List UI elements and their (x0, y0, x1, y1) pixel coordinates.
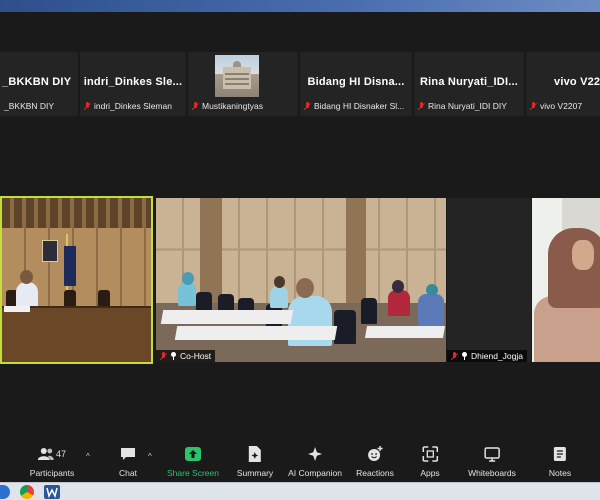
participant-count: 47 (55, 449, 67, 459)
muted-mic-icon (84, 101, 91, 111)
video-tile-participant[interactable] (532, 198, 600, 362)
summary-button[interactable]: Summary (237, 446, 273, 478)
chat-icon (121, 448, 135, 460)
participant-person (178, 282, 196, 306)
participant-label: vivo V2207 (530, 101, 582, 111)
muted-mic-icon (451, 351, 458, 361)
ie-icon[interactable] (0, 485, 10, 499)
participant-name: vivo V2207 (554, 76, 600, 88)
chair (361, 298, 377, 324)
participant-label: _BKKBN DIY (4, 101, 55, 111)
chair (334, 310, 356, 344)
pin-icon (170, 352, 177, 360)
meeting-table (2, 308, 151, 362)
papers (4, 306, 30, 312)
participant-head (392, 280, 404, 293)
word-glyph-icon (46, 487, 58, 499)
participant-face (572, 240, 594, 270)
reactions-button[interactable]: Reactions (356, 446, 394, 478)
notes-button[interactable]: Notes (549, 446, 571, 478)
zoom-meeting-window: _BKKBN DIY _BKKBN DIY indri_Dinkes Sle..… (0, 0, 600, 500)
participant-tile[interactable]: Mustikaningtyas (188, 52, 298, 116)
reactions-icon (368, 446, 383, 461)
os-taskbar (0, 482, 600, 500)
participant-name: indri_Dinkes Sle... (83, 76, 183, 88)
participant-tile[interactable]: _BKKBN DIY _BKKBN DIY (0, 52, 78, 116)
chat-button[interactable]: Chat (119, 446, 137, 478)
participant-name: Bidang HI Disna... (307, 76, 405, 88)
whiteboards-icon (484, 446, 500, 462)
muted-mic-icon (530, 101, 537, 111)
video-tile-camera-off[interactable]: Dhiend_Jogja (447, 198, 531, 362)
participant-label: indri_Dinkes Sleman (84, 101, 172, 111)
table (160, 310, 294, 324)
participant-tile[interactable]: Bidang HI Disna... Bidang HI Disnaker Sl… (300, 52, 412, 116)
flag (64, 246, 76, 286)
room-ceiling (2, 198, 151, 228)
video-tile-active-speaker[interactable] (0, 196, 153, 364)
participant-name: _BKKBN DIY (2, 76, 72, 88)
chat-caret-icon[interactable]: ^ (148, 452, 152, 461)
muted-mic-icon (160, 351, 167, 361)
participant-label: Mustikaningtyas (192, 101, 263, 111)
whiteboards-button[interactable]: Whiteboards (468, 446, 516, 478)
muted-mic-icon (304, 101, 311, 111)
meeting-toolbar: 47 Participants ^ Chat ^ Share Screen Su… (0, 440, 600, 482)
ai-companion-button[interactable]: AI Companion (288, 446, 342, 478)
participant-person (270, 286, 288, 308)
notes-icon (554, 447, 566, 461)
word-icon[interactable] (44, 485, 60, 499)
summary-icon (249, 446, 261, 462)
participants-icon (37, 448, 54, 460)
table (364, 326, 446, 338)
participant-person (418, 294, 444, 326)
participant-head (182, 272, 194, 285)
share-screen-button[interactable]: Share Screen (167, 446, 219, 478)
share-screen-icon (184, 447, 201, 461)
chrome-icon[interactable] (20, 485, 34, 499)
speaker-head (20, 270, 33, 284)
muted-mic-icon (192, 101, 199, 111)
participant-hijab (548, 228, 600, 308)
participant-tile[interactable]: indri_Dinkes Sle... indri_Dinkes Sleman (80, 52, 186, 116)
participants-caret-icon[interactable]: ^ (86, 452, 90, 461)
apps-button[interactable]: Apps (420, 446, 440, 478)
participant-label: Rina Nuryati_IDI DIY (418, 101, 507, 111)
window-titlebar (0, 0, 600, 12)
participants-button[interactable]: 47 Participants (30, 446, 74, 478)
participant-tile[interactable]: Rina Nuryati_IDI... Rina Nuryati_IDI DIY (414, 52, 524, 116)
apps-icon (422, 446, 438, 462)
participant-head (296, 278, 314, 298)
muted-mic-icon (418, 101, 425, 111)
participant-person (388, 290, 410, 316)
participant-name: Rina Nuryati_IDI... (420, 76, 518, 88)
video-label: Dhiend_Jogja (447, 350, 527, 362)
participant-photo (215, 55, 259, 97)
video-label: Co-Host (156, 350, 216, 362)
participant-tile[interactable]: vivo V2207 vivo V2207 (526, 52, 600, 116)
photo-building (223, 67, 251, 89)
table (174, 326, 338, 340)
participant-head (426, 284, 438, 296)
participant-filmstrip: _BKKBN DIY _BKKBN DIY indri_Dinkes Sle..… (0, 52, 600, 116)
participant-head (274, 276, 285, 288)
participant-label: Bidang HI Disnaker Sl... (304, 101, 404, 111)
pin-icon (461, 352, 468, 360)
ai-companion-icon (308, 447, 322, 461)
video-tile-cohost[interactable]: Co-Host (156, 198, 446, 362)
wall-portrait (42, 240, 58, 262)
wall-pillar (346, 198, 366, 308)
